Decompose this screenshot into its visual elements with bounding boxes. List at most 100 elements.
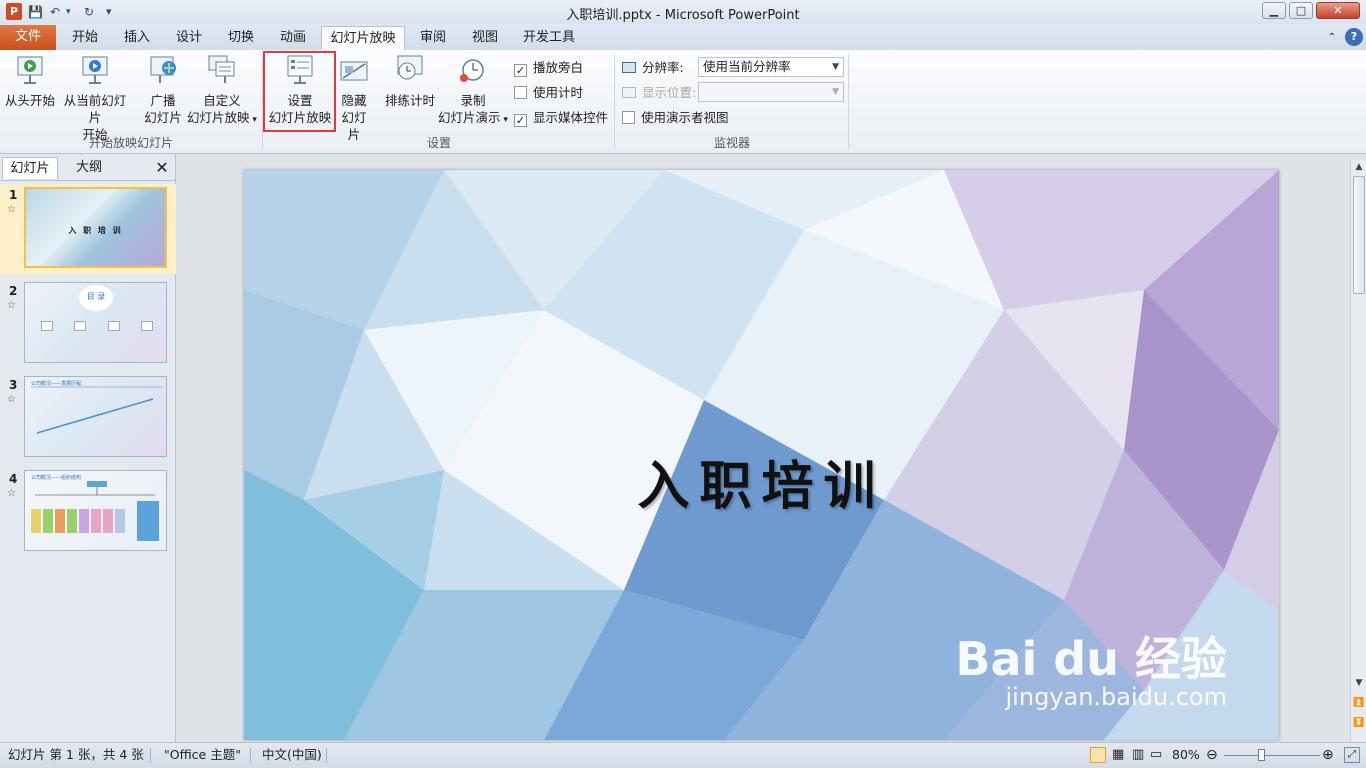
tab-home[interactable]: 开始 — [62, 26, 108, 51]
hide-slide-button[interactable]: 隐藏 幻灯片 — [336, 54, 372, 143]
tab-outline-panel[interactable]: 大纲 — [60, 157, 118, 179]
slide-canvas[interactable]: 入职培训 Bai du 经验 jingyan.baidu.com — [244, 170, 1279, 740]
slide-thumbnail-3[interactable]: 公司概况——发展历程 — [24, 376, 167, 457]
presenter-view-checkbox[interactable]: 使用演示者视图 — [622, 110, 729, 126]
next-slide-icon[interactable]: ⏬ — [1353, 718, 1365, 728]
slide-thumbnail-row[interactable]: 4 ☆ 公司概况——组织结构 — [0, 468, 176, 556]
transition-star-icon: ☆ — [7, 394, 16, 405]
slide-thumbnail-4[interactable]: 公司概况——组织结构 — [24, 470, 167, 551]
slide-position-status: 幻灯片 第 1 张，共 4 张 — [8, 747, 144, 762]
close-button[interactable]: ✕ — [1316, 2, 1360, 19]
slideshow-current-icon — [80, 54, 110, 86]
broadcast-slideshow-button[interactable]: 广播 幻灯片 — [140, 54, 186, 126]
baidu-watermark: Bai du 经验 jingyan.baidu.com — [955, 634, 1227, 710]
custom-slideshow-button[interactable]: 自定义 幻灯片放映 ▾ — [186, 54, 258, 129]
group-label-start-slideshow: 开始放映幻灯片 — [88, 136, 173, 150]
tab-design[interactable]: 设计 — [166, 26, 212, 51]
slide-thumbnail-2[interactable]: 目 录 — [24, 282, 167, 363]
monitor-icon — [622, 87, 636, 98]
tab-insert[interactable]: 插入 — [114, 26, 160, 51]
window-title: 入职培训.pptx - Microsoft PowerPoint — [566, 8, 800, 23]
setup-slideshow-highlight — [263, 51, 336, 132]
scroll-down-icon[interactable]: ▼ — [1353, 678, 1365, 688]
reading-view-icon[interactable]: ▥ — [1132, 743, 1144, 767]
slide-thumbnail-row[interactable]: 3 ☆ 公司概况——发展历程 — [0, 374, 176, 462]
minimize-button[interactable]: ▁ — [1262, 2, 1286, 19]
status-separator — [326, 748, 327, 763]
tab-slideshow[interactable]: 幻灯片放映 — [321, 26, 405, 53]
tab-slides-panel[interactable]: 幻灯片 — [2, 157, 58, 179]
transition-star-icon: ☆ — [7, 300, 16, 311]
group-separator — [614, 54, 615, 150]
normal-view-icon[interactable] — [1090, 747, 1106, 763]
record-clock-icon — [458, 54, 488, 86]
zoom-slider-track[interactable] — [1224, 755, 1320, 756]
from-current-slide-button[interactable]: 从当前幻灯片 开始 — [58, 54, 132, 143]
zoom-level[interactable]: 80% — [1172, 743, 1200, 767]
tab-file[interactable]: 文件 — [0, 25, 56, 50]
record-slideshow-button[interactable]: 录制 幻灯片演示 ▾ — [436, 54, 510, 129]
thumbnail-items — [41, 321, 153, 331]
zoom-out-icon[interactable]: ⊖ — [1206, 743, 1218, 767]
transition-star-icon: ☆ — [7, 488, 16, 499]
zoom-in-icon[interactable]: ⊕ — [1322, 743, 1334, 767]
custom-slideshow-icon — [207, 54, 237, 86]
resolution-label: 分辨率: — [622, 60, 684, 76]
close-pane-icon[interactable]: ✕ — [152, 157, 172, 179]
group-label-monitors: 监视器 — [713, 136, 750, 150]
tab-view[interactable]: 视图 — [462, 26, 508, 51]
tab-animations[interactable]: 动画 — [270, 26, 316, 51]
checkbox-checked-icon: ✓ — [514, 114, 527, 127]
title-bar: P 💾 ↶ ▾ ↻ ▾ 入职培训.pptx - Microsoft PowerP… — [0, 0, 1366, 24]
use-timings-checkbox[interactable]: 使用计时 — [514, 85, 583, 101]
show-on-label: 显示位置: — [622, 85, 696, 101]
slide-title[interactable]: 入职培训 — [244, 444, 1279, 519]
pane-divider — [0, 180, 176, 181]
vertical-scrollbar[interactable]: ▲ ▼ ⏫ ⏬ — [1350, 160, 1366, 742]
slide-thumbnail-1[interactable]: 入 职 培 训 — [24, 187, 167, 268]
tab-developer[interactable]: 开发工具 — [514, 26, 584, 51]
from-beginning-button[interactable]: 从头开始 — [4, 54, 56, 109]
thumbnail-title: 入 职 培 训 — [68, 226, 123, 235]
show-on-select[interactable]: ▼ — [698, 82, 844, 102]
previous-slide-icon[interactable]: ⏫ — [1353, 698, 1365, 708]
dropdown-arrow-icon: ▾ — [500, 115, 508, 125]
scroll-up-icon[interactable]: ▲ — [1353, 162, 1365, 172]
maximize-button[interactable]: □ — [1289, 2, 1313, 19]
zoom-slider-thumb[interactable] — [1258, 749, 1265, 761]
transition-star-icon: ☆ — [7, 204, 16, 215]
monitor-icon — [622, 62, 636, 73]
collapse-ribbon-icon[interactable]: ⌃ — [1324, 26, 1340, 51]
rehearse-timings-icon — [395, 54, 425, 86]
broadcast-icon — [148, 54, 178, 86]
slide-number: 2 — [9, 284, 18, 298]
language-status[interactable]: 中文(中国) — [262, 743, 322, 767]
thumbnail-timeline — [31, 386, 162, 434]
slide-thumbnail-row[interactable]: 1 ☆ 入 职 培 训 — [0, 184, 176, 274]
ribbon: 从头开始 从当前幻灯片 开始 广播 幻灯片 自定义 幻灯片放映 ▾ 开始放映幻灯… — [0, 50, 1366, 154]
scroll-thumb[interactable] — [1353, 176, 1365, 294]
status-separator — [250, 748, 251, 763]
rehearse-timings-button[interactable]: 排练计时 — [382, 54, 438, 109]
chevron-down-icon: ▼ — [832, 87, 839, 97]
fit-to-window-icon[interactable]: ⤢ — [1344, 747, 1360, 763]
slide-thumbnail-row[interactable]: 2 ☆ 目 录 — [0, 280, 176, 368]
tab-transitions[interactable]: 切换 — [218, 26, 264, 51]
tab-review[interactable]: 审阅 — [410, 26, 456, 51]
help-icon[interactable]: ? — [1345, 28, 1363, 46]
thumbnail-title: 目 录 — [79, 285, 113, 311]
chevron-down-icon: ▼ — [832, 62, 839, 72]
status-bar: 幻灯片 第 1 张，共 4 张 "Office 主题" 中文(中国) ▦ ▥ ▭… — [0, 742, 1366, 768]
slide-sorter-view-icon[interactable]: ▦ — [1112, 743, 1124, 767]
thumbnail-org-chart — [31, 481, 159, 541]
slide-number: 4 — [9, 472, 18, 486]
slideshow-view-icon[interactable]: ▭ — [1150, 743, 1162, 767]
watermark-brand: Bai du 经验 — [955, 632, 1227, 686]
status-separator — [150, 748, 151, 763]
dropdown-arrow-icon: ▾ — [249, 115, 257, 125]
play-narrations-checkbox[interactable]: ✓ 播放旁白 — [514, 60, 583, 77]
group-label-setup: 设置 — [426, 136, 451, 150]
resolution-select[interactable]: 使用当前分辨率 ▼ — [698, 57, 844, 77]
slideshow-start-icon — [15, 54, 45, 86]
show-media-controls-checkbox[interactable]: ✓ 显示媒体控件 — [514, 110, 608, 127]
